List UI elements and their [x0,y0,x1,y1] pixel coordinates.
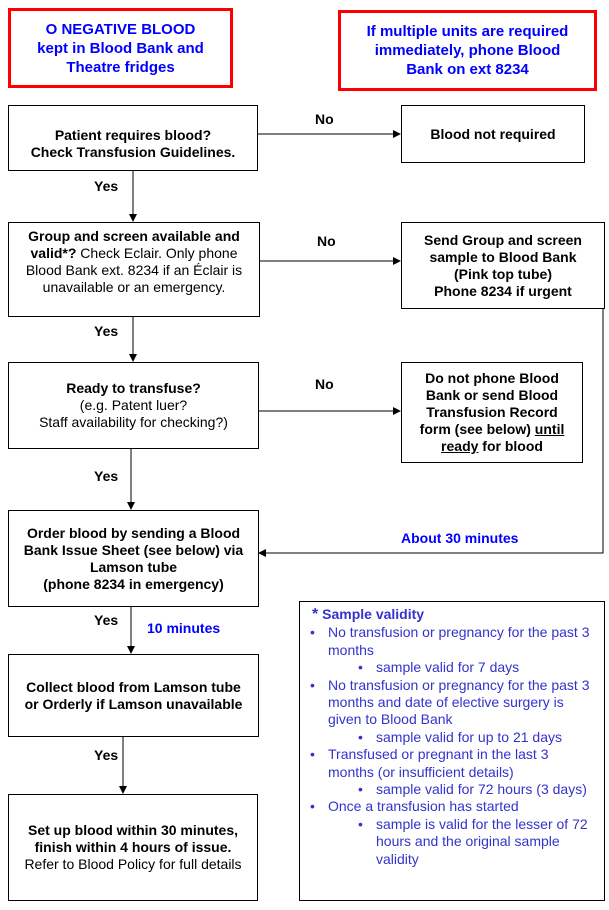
step-line: Staff availability for checking?) [39,414,228,430]
step-line: Lamson tube [89,558,178,575]
note-line: kept in Blood Bank and [37,39,204,57]
step-line: (e.g. Patent luer? [79,397,188,413]
step-line: Order blood by sending a Blood [26,524,241,541]
step-line: Send Group and screen [424,231,582,248]
label-yes-5: Yes [94,747,119,763]
label-yes-4: Yes [94,612,119,628]
validity-subitem: sample valid for 72 hours (3 days) [308,781,598,799]
step-question: Ready to transfuse? [66,380,201,396]
note-line: Theatre fridges [66,58,175,76]
requires-blood-box: Patient requires blood? Check Transfusio… [8,105,258,171]
note-line: Bank on ext 8234 [406,61,529,78]
note-line: If multiple units are required [366,23,569,40]
validity-item: No transfusion or pregnancy for the past… [308,624,598,659]
group-screen-box: Group and screen available and valid*? C… [8,222,260,317]
multiple-units-note: If multiple units are required immediate… [338,10,597,91]
step-line: Check Transfusion Guidelines. [30,144,236,160]
step-line: or Orderly if Lamson unavailable [24,695,243,712]
note-line: O NEGATIVE BLOOD [45,20,196,38]
label-no-1: No [315,111,334,127]
step-text: for blood [478,438,543,454]
not-required-box: Blood not required [401,105,585,163]
label-about-30-minutes: About 30 minutes [401,530,519,546]
step-line: Refer to Blood Policy for full details [24,856,242,872]
validity-subitem: sample valid for 7 days [308,659,598,677]
step-line: Patient requires blood? [54,127,212,143]
step-line: finish within 4 hours of issue. [34,839,232,855]
step-line: Bank Issue Sheet (see below) via [23,541,244,558]
step-line: (Pink top tube) [454,265,552,282]
validity-item: Transfused or pregnant in the last 3 mon… [308,746,598,781]
label-no-2: No [317,233,336,249]
step-line: Collect blood from Lamson tube [26,678,241,695]
validity-item: No transfusion or pregnancy for the past… [308,677,598,729]
sample-validity-panel: * Sample validity No transfusion or preg… [299,601,605,901]
asterisk: * [312,606,319,623]
step-line: sample to Blood Bank [429,248,577,265]
o-negative-note: O NEGATIVE BLOOD kept in Blood Bank and … [8,8,233,88]
step-line: Set up blood within 30 minutes, [27,822,238,838]
validity-item: Once a transfusion has started [308,798,598,816]
collect-box: Collect blood from Lamson tube or Orderl… [8,654,259,737]
validity-subitem: sample valid for up to 21 days [308,729,598,747]
do-not-phone-box: Do not phone Blood Bank or send Blood Tr… [401,362,583,463]
step-line: (phone 8234 in emergency) [43,575,224,592]
validity-title-text: Sample validity [322,606,425,622]
step-line: Blood not required [430,125,556,142]
label-no-3: No [315,376,334,392]
label-yes-1: Yes [94,178,119,194]
validity-title: * Sample validity [312,606,598,623]
send-sample-box: Send Group and screen sample to Blood Ba… [401,222,605,309]
label-yes-3: Yes [94,468,119,484]
order-blood-box: Order blood by sending a Blood Bank Issu… [8,510,259,607]
note-line: immediately, phone Blood [374,42,561,59]
validity-subitem: sample is valid for the lesser of 72 hou… [308,816,598,868]
step-line: Phone 8234 if urgent [434,282,572,299]
setup-box: Set up blood within 30 minutes, finish w… [8,794,258,901]
label-yes-2: Yes [94,323,119,339]
ready-box: Ready to transfuse? (e.g. Patent luer? S… [8,362,259,449]
label-10-minutes: 10 minutes [147,620,221,636]
